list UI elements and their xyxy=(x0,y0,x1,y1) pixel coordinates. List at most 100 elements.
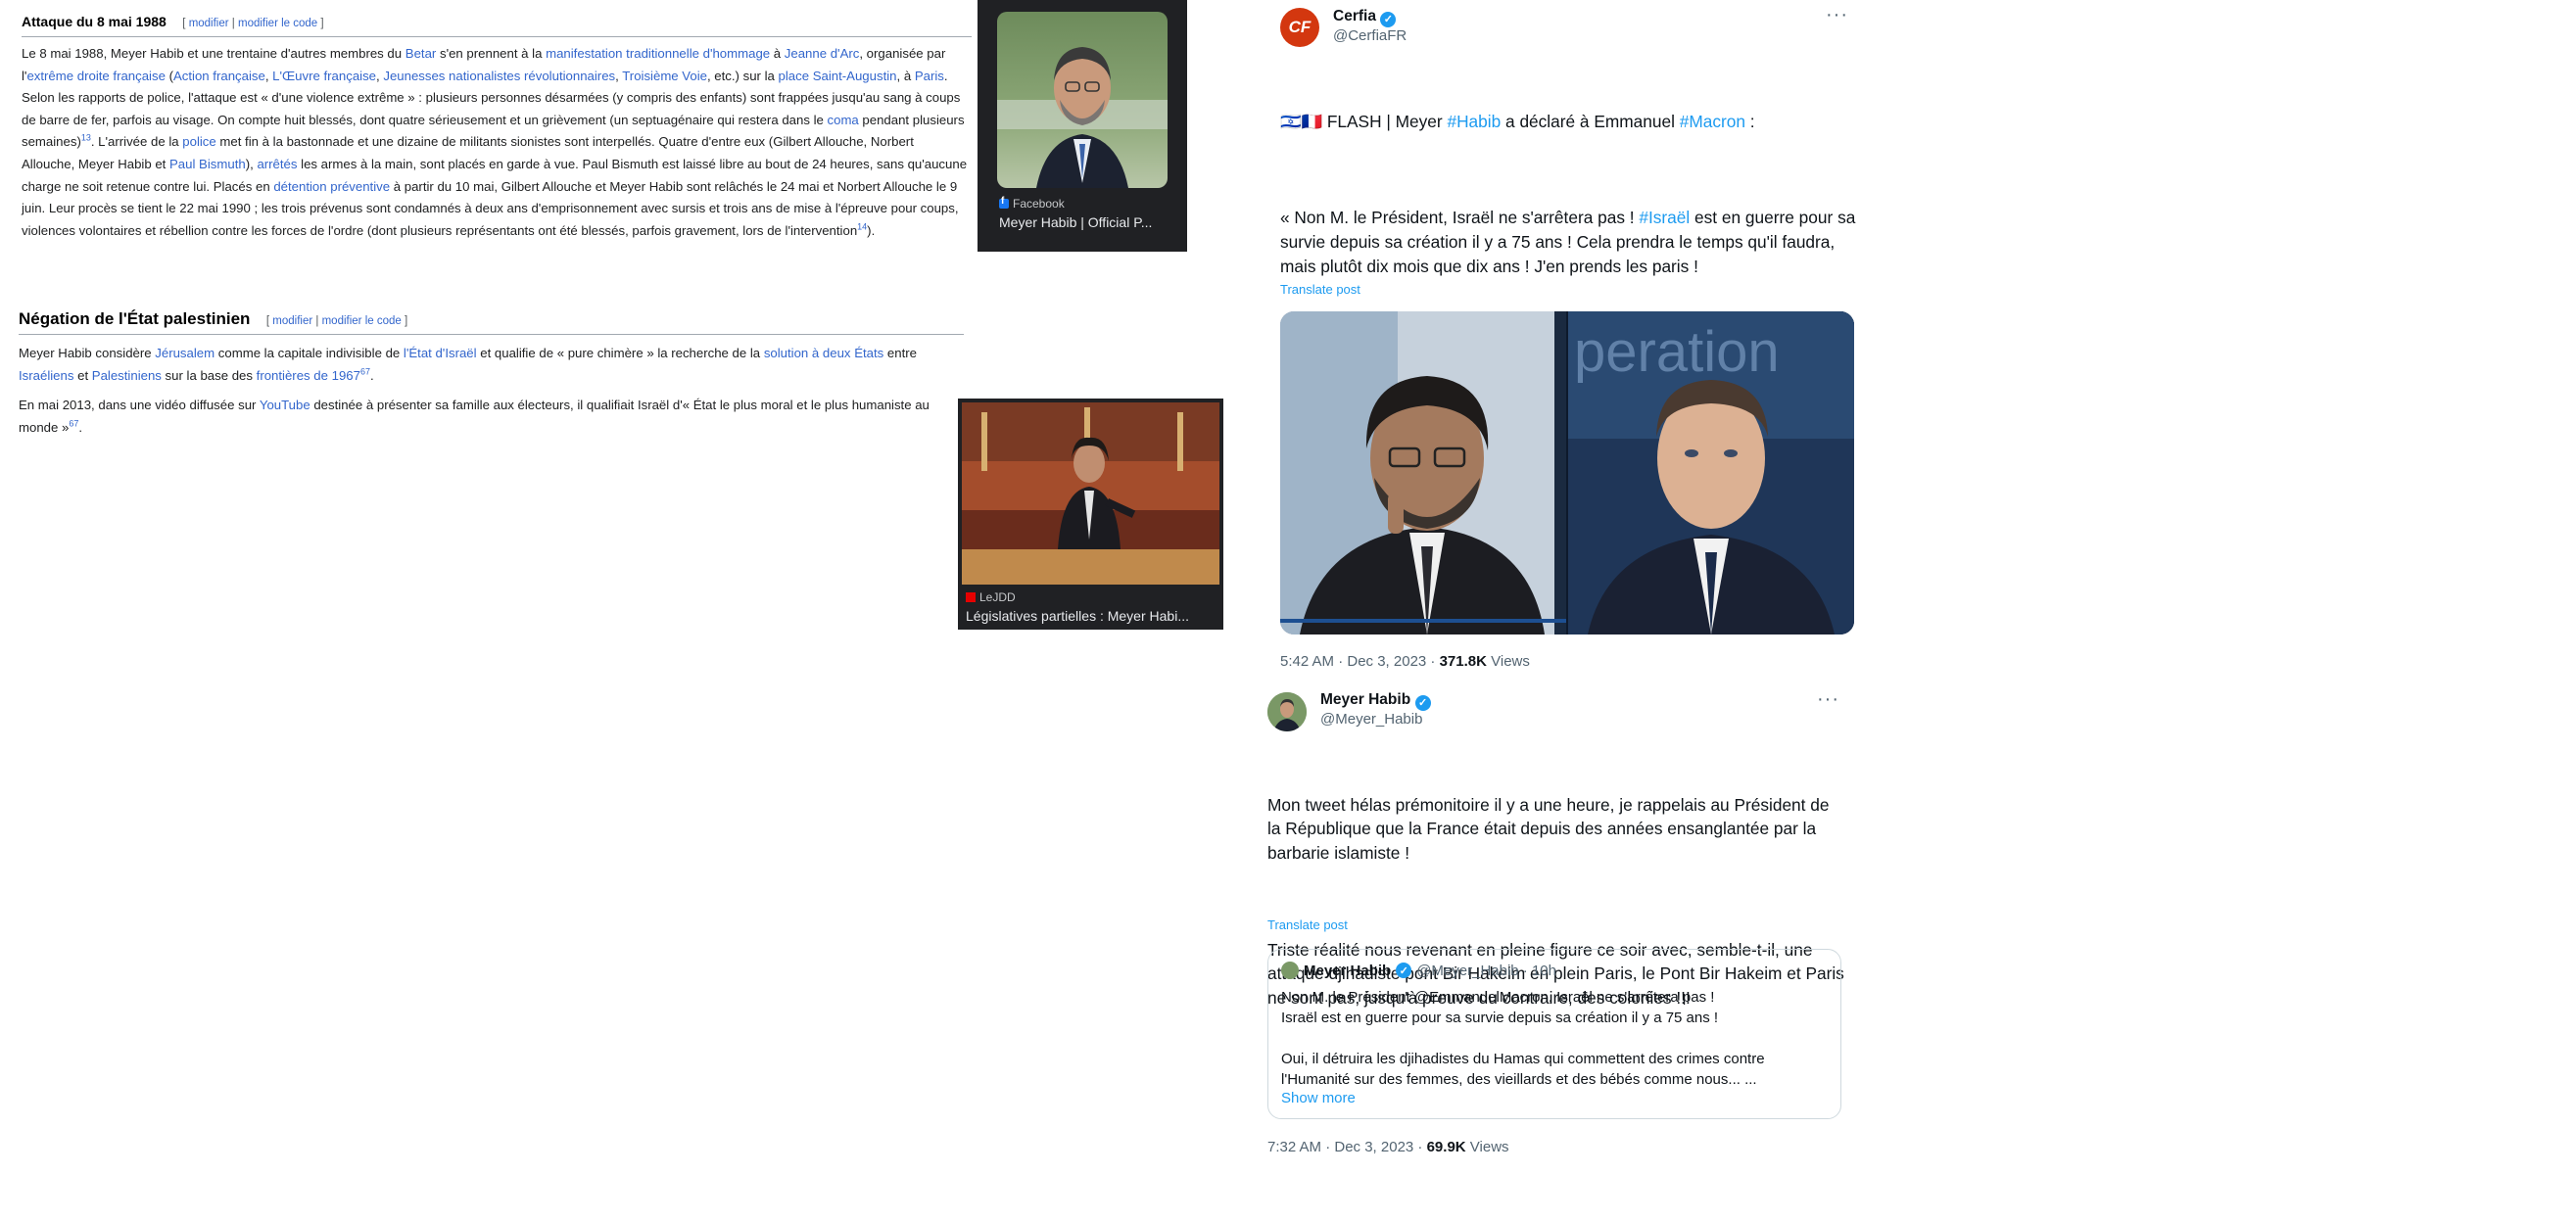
tweet-cerfia[interactable]: CF Cerfia ✓ @CerfiaFR ··· 🇮🇱🇫🇷 FLASH | M… xyxy=(1280,0,1858,676)
section-heading: Négation de l'État palestinien xyxy=(19,309,251,328)
edit-links: [ modifier | modifier le code ] xyxy=(265,315,408,327)
text-run: . L'arrivée de la xyxy=(90,134,183,150)
verified-badge-icon: ✓ xyxy=(1380,11,1397,27)
hashtag-link[interactable]: #Habib xyxy=(1447,112,1501,131)
facebook-image-card[interactable]: Facebook Meyer Habib | Official P... xyxy=(978,0,1187,252)
show-more-link[interactable]: Show more xyxy=(1281,1090,1356,1106)
view-count: 69.9K xyxy=(1426,1139,1466,1155)
text-run: ). xyxy=(867,222,876,238)
wiki-link[interactable]: arrêtés xyxy=(257,157,297,171)
quote-text: Non M. le Président @EmmanuelMacron, Isr… xyxy=(1281,989,1765,1088)
wiki-link[interactable]: YouTube xyxy=(260,398,310,412)
text-run: à xyxy=(770,46,785,61)
wiki-link[interactable]: Israéliens xyxy=(19,368,73,383)
wiki-link[interactable]: coma xyxy=(828,113,859,127)
wiki-link[interactable]: l'État d'Israël xyxy=(404,346,477,360)
wiki-link[interactable]: Paul Bismuth xyxy=(169,157,246,171)
facebook-icon xyxy=(999,196,1009,209)
attack-heading-row: Attaque du 8 mai 1988 [ modifier | modif… xyxy=(22,14,972,37)
text-run: ( xyxy=(165,68,173,83)
card-title: Meyer Habib | Official P... xyxy=(999,214,1153,230)
media-image-macron[interactable]: peration xyxy=(1568,311,1854,634)
text-run: En mai 2013, dans une vidéo diffusée sur xyxy=(19,398,260,413)
author-handle[interactable]: @CerfiaFR xyxy=(1333,27,1407,44)
text-run: : xyxy=(1745,111,1755,131)
tweet-media[interactable]: peration xyxy=(1280,311,1854,634)
author-name[interactable]: Cerfia xyxy=(1333,8,1376,24)
tweet-timestamp[interactable]: 5:42 AM · Dec 3, 2023 · xyxy=(1280,653,1440,670)
tweet-meyer-habib[interactable]: Meyer Habib ✓ @Meyer_Habib ··· Mon tweet… xyxy=(1267,688,1855,1158)
tweet-paragraph-2: « Non M. le Président, Israël ne s'arrêt… xyxy=(1280,206,1858,278)
edit-source-link[interactable]: modifier le code xyxy=(238,18,317,29)
edit-link[interactable]: modifier xyxy=(189,18,229,29)
wiki-link[interactable]: Action française xyxy=(173,69,265,83)
text-run: sur la base des xyxy=(161,367,257,383)
verified-badge-icon: ✓ xyxy=(1396,963,1412,978)
wiki-link[interactable]: Betar xyxy=(405,46,437,61)
wiki-link[interactable]: solution à deux États xyxy=(764,346,883,360)
edit-link[interactable]: modifier xyxy=(272,315,312,327)
tweet-paragraph-1: Mon tweet hélas prémonitoire il y a une … xyxy=(1267,794,1835,864)
author-handle[interactable]: @Meyer_Habib xyxy=(1320,711,1422,728)
card-source: Facebook xyxy=(999,196,1065,211)
reference-link[interactable]: 67 xyxy=(69,418,78,428)
hashtag-link[interactable]: #Macron xyxy=(1680,112,1745,131)
tweet-meta: 7:32 AM · Dec 3, 2023 · 69.9K Views xyxy=(1267,1139,1509,1155)
portrait-photo xyxy=(997,12,1168,188)
author-name[interactable]: Meyer Habib xyxy=(1320,691,1410,708)
quote-avatar[interactable] xyxy=(1281,962,1299,979)
quoted-tweet[interactable]: Meyer Habib ✓ @Meyer_Habib · 10h Non M. … xyxy=(1267,949,1841,1119)
text-run: . xyxy=(369,367,374,383)
tweet-line-1: 🇮🇱🇫🇷 FLASH | Meyer #Habib a déclaré à Em… xyxy=(1280,110,1858,134)
more-options-icon[interactable]: ··· xyxy=(1817,688,1839,711)
flag-icons: 🇮🇱🇫🇷 xyxy=(1280,111,1323,131)
text-run: s'en prennent à la xyxy=(436,46,547,61)
quote-author-name[interactable]: Meyer Habib xyxy=(1304,963,1391,979)
wiki-link[interactable]: police xyxy=(182,134,215,149)
wiki-link[interactable]: Jeunesses nationalistes révolutionnaires xyxy=(383,69,615,83)
quote-handle-time: @Meyer_Habib · 10h xyxy=(1416,962,1556,979)
author-row: Cerfia ✓ xyxy=(1333,8,1397,27)
negation-paragraph-2: En mai 2013, dans une vidéo diffusée sur… xyxy=(19,395,939,439)
text-run: FLASH | Meyer xyxy=(1322,111,1448,131)
reference-link[interactable]: 67 xyxy=(360,366,370,376)
card-title: Législatives partielles : Meyer Habi... xyxy=(966,608,1189,624)
wiki-link[interactable]: Troisième Voie xyxy=(622,69,707,83)
wiki-link[interactable]: Jérusalem xyxy=(155,346,215,360)
wiki-link[interactable]: manifestation traditionnelle d'hommage xyxy=(546,46,770,61)
lejdd-icon xyxy=(966,592,976,602)
negation-heading-row: Négation de l'État palestinien [ modifie… xyxy=(19,309,964,335)
wiki-link[interactable]: L'Œuvre française xyxy=(272,69,376,83)
wiki-link[interactable]: Palestiniens xyxy=(92,368,162,383)
wiki-link[interactable]: extrême droite française xyxy=(26,69,165,83)
edit-source-link[interactable]: modifier le code xyxy=(322,315,402,327)
wiki-link[interactable]: place Saint-Augustin xyxy=(779,69,897,83)
text-run: a déclaré à Emmanuel xyxy=(1501,111,1680,131)
avatar[interactable]: CF xyxy=(1280,8,1319,47)
text-run: ), xyxy=(245,156,258,171)
translate-post-link[interactable]: Translate post xyxy=(1280,282,1360,297)
view-count: 371.8K xyxy=(1439,653,1487,670)
text-run: entre xyxy=(883,346,917,360)
text-run: Le 8 mai 1988, Meyer Habib et une trenta… xyxy=(22,46,405,61)
wiki-link[interactable]: détention préventive xyxy=(273,179,390,194)
lejdd-image-card[interactable]: LeJDD Législatives partielles : Meyer Ha… xyxy=(958,399,1223,630)
wiki-link[interactable]: frontières de 1967 xyxy=(257,368,360,383)
assembly-photo xyxy=(962,402,1219,585)
more-options-icon[interactable]: ··· xyxy=(1826,4,1848,26)
avatar[interactable] xyxy=(1267,692,1307,731)
hashtag-link[interactable]: #Israël xyxy=(1639,208,1690,227)
tweet-timestamp[interactable]: 7:32 AM · Dec 3, 2023 · xyxy=(1267,1139,1427,1155)
reference-link[interactable]: 14 xyxy=(857,221,867,231)
text-run: , à xyxy=(896,68,915,83)
media-image-habib[interactable] xyxy=(1280,311,1566,634)
tweet-meta: 5:42 AM · Dec 3, 2023 · 371.8K Views xyxy=(1280,653,1530,670)
translate-post-link[interactable]: Translate post xyxy=(1267,917,1348,932)
wiki-link[interactable]: Paris xyxy=(915,69,944,83)
attack-paragraph: Le 8 mai 1988, Meyer Habib et une trenta… xyxy=(22,43,970,242)
edit-links: [ modifier | modifier le code ] xyxy=(182,18,324,29)
wiki-link[interactable]: Jeanne d'Arc xyxy=(785,46,860,61)
text-run: , etc.) sur la xyxy=(706,68,779,83)
reference-link[interactable]: 13 xyxy=(81,133,91,143)
wiki-section-negation: Négation de l'État palestinien [ modifie… xyxy=(19,309,964,439)
